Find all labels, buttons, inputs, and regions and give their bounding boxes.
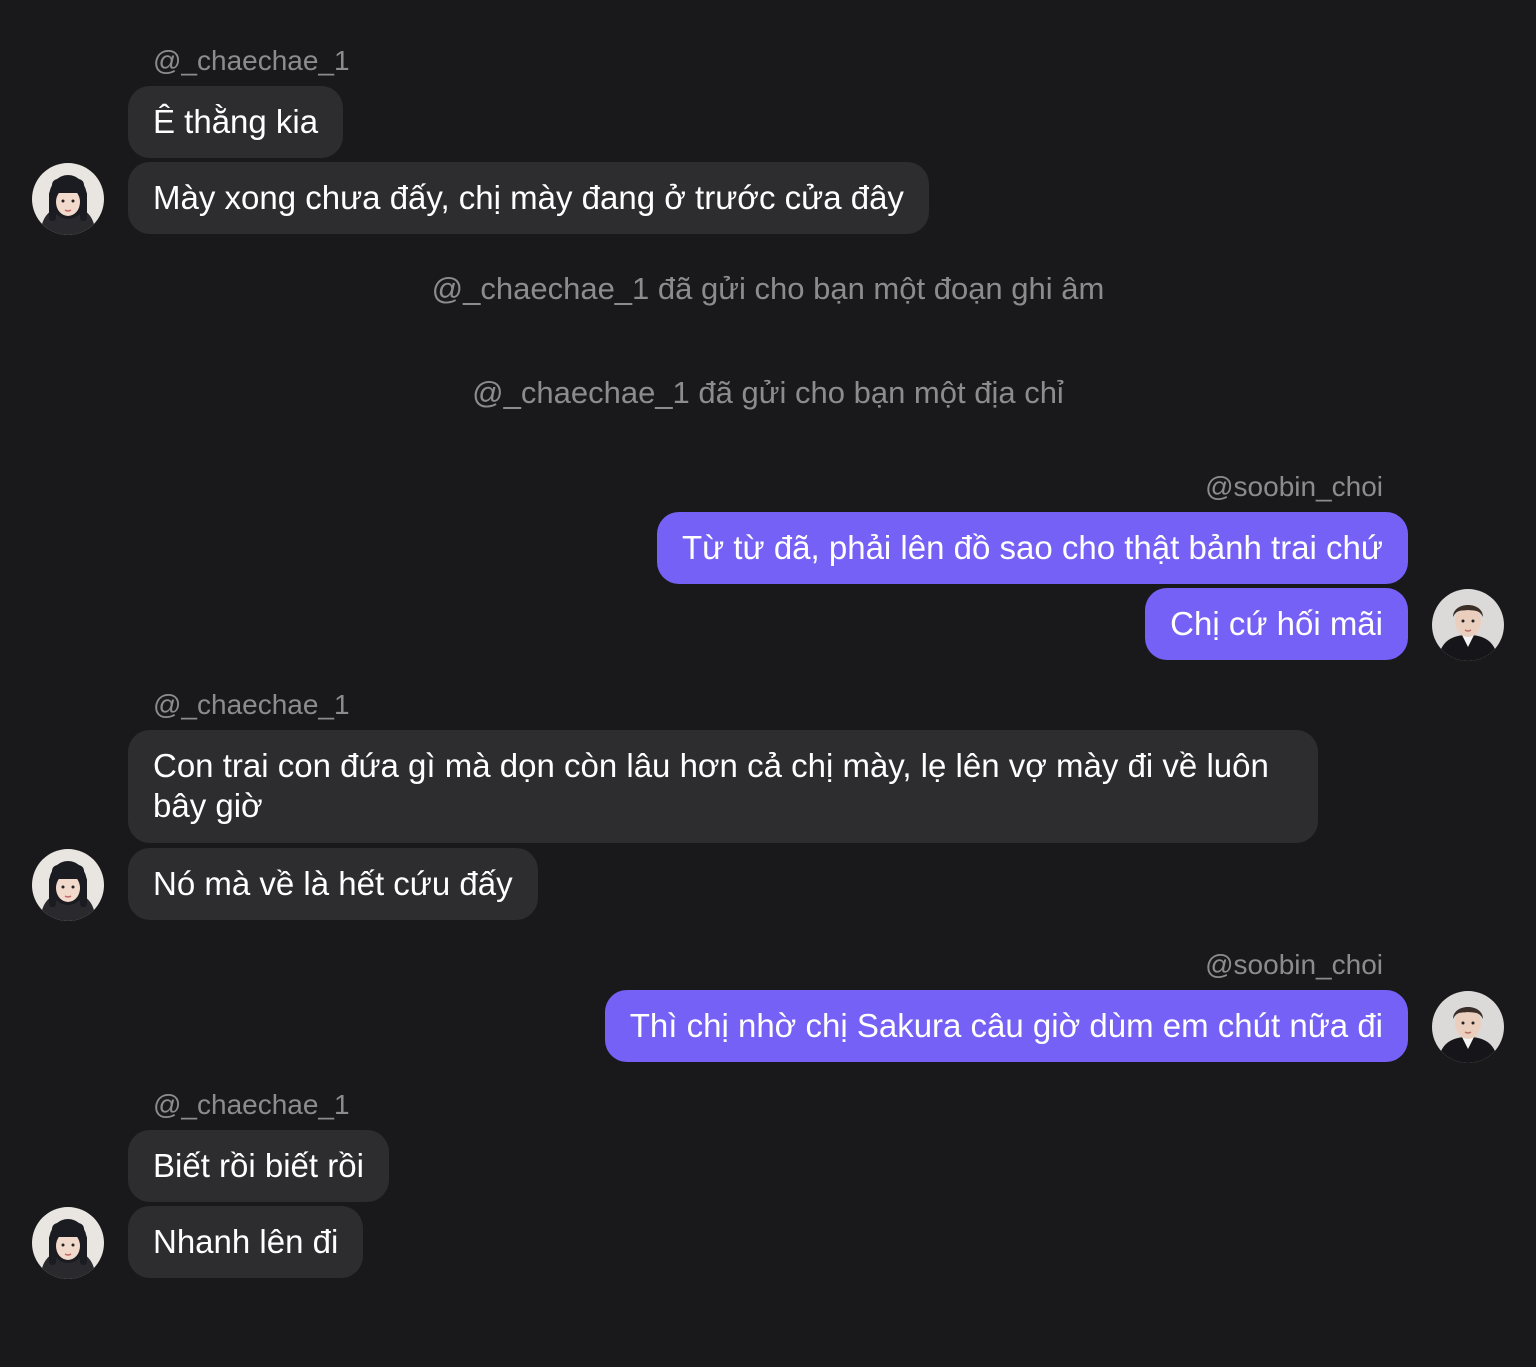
avatar-photo-icon — [32, 163, 104, 235]
message-text: Nhanh lên đi — [153, 1223, 339, 1260]
incoming-message-bubble[interactable]: Con trai con đứa gì mà dọn còn lâu hơn c… — [128, 730, 1318, 843]
user-avatar[interactable] — [32, 1207, 104, 1279]
message-text: Ê thằng kia — [153, 103, 319, 140]
outgoing-message-bubble[interactable]: Thì chị nhờ chị Sakura câu giờ dùm em ch… — [604, 990, 1408, 1062]
message-text: Chị cứ hối mãi — [1170, 605, 1383, 642]
user-avatar[interactable] — [1432, 589, 1504, 661]
sender-username[interactable]: @soobin_choi — [1205, 470, 1383, 504]
outgoing-message-bubble[interactable]: Chị cứ hối mãi — [1145, 588, 1408, 660]
incoming-message-bubble[interactable]: Biết rồi biết rồi — [128, 1130, 389, 1202]
avatar-photo-icon — [1432, 991, 1504, 1063]
system-notice: @_chaechae_1 đã gửi cho bạn một địa chỉ — [472, 375, 1064, 410]
avatar-photo-icon — [1432, 589, 1504, 661]
message-text: Biết rồi biết rồi — [153, 1147, 364, 1184]
sender-username[interactable]: @soobin_choi — [1205, 948, 1383, 982]
sender-username[interactable]: @_chaechae_1 — [153, 688, 350, 722]
incoming-message-bubble[interactable]: Nhanh lên đi — [128, 1206, 364, 1278]
incoming-message-bubble[interactable]: Mày xong chưa đấy, chị mày đang ở trước … — [128, 162, 929, 234]
incoming-message-bubble[interactable]: Nó mà về là hết cứu đấy — [128, 848, 538, 920]
message-text: Thì chị nhờ chị Sakura câu giờ dùm em ch… — [629, 1007, 1383, 1044]
message-text: Con trai con đứa gì mà dọn còn lâu hơn c… — [153, 747, 1269, 824]
chat-thread: @_chaechae_1 Ê thằng kia Mày xong chưa đ… — [0, 0, 1536, 1367]
message-text: Từ từ đã, phải lên đồ sao cho thật bảnh … — [681, 529, 1383, 566]
user-avatar[interactable] — [1432, 991, 1504, 1063]
avatar-photo-icon — [32, 849, 104, 921]
user-avatar[interactable] — [32, 849, 104, 921]
message-text: Mày xong chưa đấy, chị mày đang ở trước … — [153, 179, 904, 216]
sender-username[interactable]: @_chaechae_1 — [153, 1088, 350, 1122]
user-avatar[interactable] — [32, 163, 104, 235]
incoming-message-bubble[interactable]: Ê thằng kia — [128, 86, 344, 158]
message-text: Nó mà về là hết cứu đấy — [153, 865, 513, 902]
sender-username[interactable]: @_chaechae_1 — [153, 44, 350, 78]
avatar-photo-icon — [32, 1207, 104, 1279]
outgoing-message-bubble[interactable]: Từ từ đã, phải lên đồ sao cho thật bảnh … — [656, 512, 1408, 584]
system-notice: @_chaechae_1 đã gửi cho bạn một đoạn ghi… — [431, 271, 1105, 306]
